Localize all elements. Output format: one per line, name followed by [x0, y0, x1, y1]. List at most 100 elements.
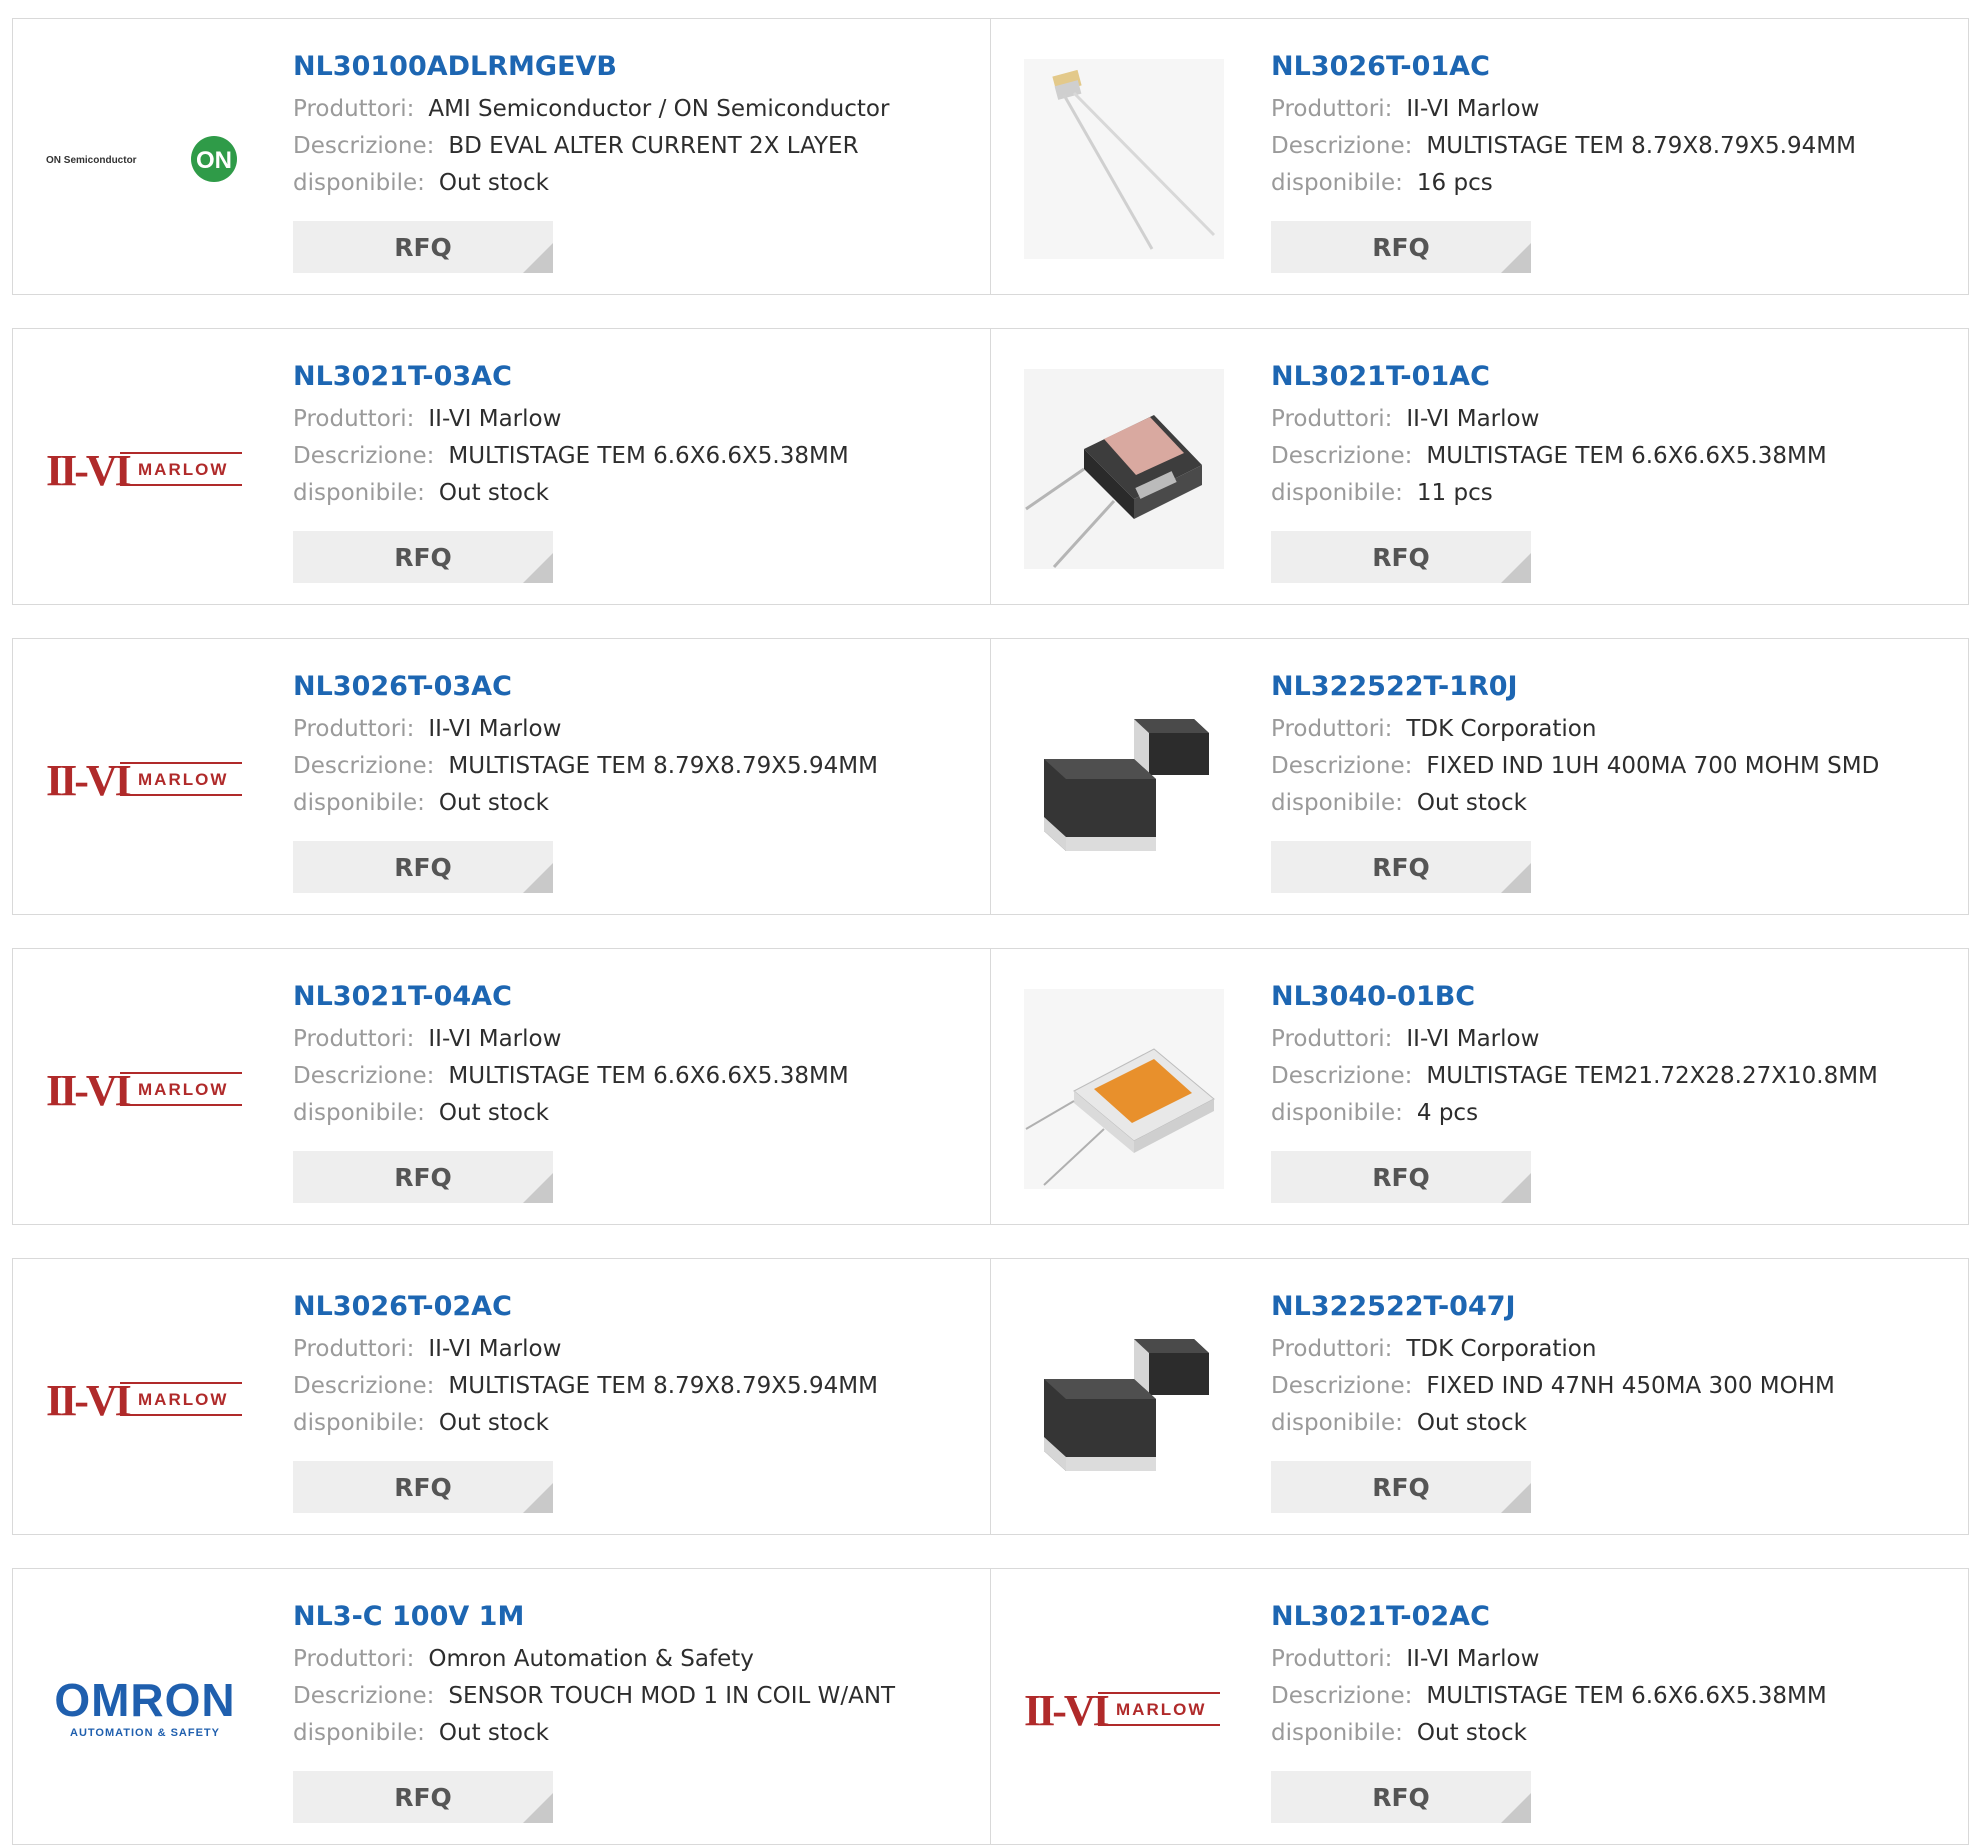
rfq-button[interactable]: RFQ: [293, 841, 553, 893]
iivi-marlow-logo[interactable]: II-VI MARLOW: [1021, 1609, 1226, 1809]
marlow-text: MARLOW: [138, 460, 228, 479]
part-number-link[interactable]: NL30100ADLRMGEVB: [293, 49, 970, 85]
rfq-button[interactable]: RFQ: [1271, 531, 1531, 583]
description-label: Descrizione:: [1271, 753, 1413, 779]
availability-value: 11 pcs: [1416, 480, 1493, 506]
part-number-link[interactable]: NL322522T-1R0J: [1271, 669, 1948, 705]
rfq-button[interactable]: RFQ: [1271, 1461, 1531, 1513]
part-number-link[interactable]: NL3026T-02AC: [293, 1289, 970, 1325]
smd-inductor-photo[interactable]: [1021, 679, 1226, 879]
availability-line: disponibile: Out stock: [1271, 1405, 1948, 1442]
availability-label: disponibile:: [1271, 1100, 1403, 1126]
product-info: NL30100ADLRMGEVB Produttori: AMI Semicondu…: [293, 49, 970, 202]
rfq-button[interactable]: RFQ: [293, 531, 553, 583]
description-value: SENSOR TOUCH MOD 1 IN COIL W/ANT: [448, 1683, 896, 1709]
rfq-button[interactable]: RFQ: [293, 1151, 553, 1203]
manufacturer-label: Produttori:: [293, 716, 415, 742]
product-card: OMRON AUTOMATION & SAFETY NL3-C 100V 1M Pro…: [13, 1569, 990, 1844]
description-label: Descrizione:: [1271, 1683, 1413, 1709]
iivi-marlow-logo[interactable]: II-VI MARLOW: [43, 989, 248, 1189]
part-number-link[interactable]: NL3021T-01AC: [1271, 359, 1948, 395]
product-row: II-VI MARLOW NL3026T-02AC Produttori: II-VI …: [12, 1258, 1969, 1535]
availability-value: Out stock: [438, 1100, 549, 1126]
manufacturer-label: Produttori:: [1271, 406, 1393, 432]
description-line: Descrizione: MULTISTAGE TEM 6.6X6.6X5.38M…: [1271, 1678, 1948, 1715]
rfq-button[interactable]: RFQ: [293, 1771, 553, 1823]
product-row: OMRON AUTOMATION & SAFETY NL3-C 100V 1M Pro…: [12, 1568, 1969, 1845]
rfq-button[interactable]: RFQ: [293, 1461, 553, 1513]
rfq-button[interactable]: RFQ: [1271, 1151, 1531, 1203]
availability-value: Out stock: [438, 790, 549, 816]
on-semi-text: ON Semiconductor: [46, 155, 137, 166]
rfq-button[interactable]: RFQ: [1271, 1771, 1531, 1823]
product-card: II-VI MARLOW NL3021T-03AC Produttori: II-VI …: [13, 329, 990, 604]
marlow-text: MARLOW: [138, 770, 228, 789]
part-number-link[interactable]: NL3021T-04AC: [293, 979, 970, 1015]
description-value: MULTISTAGE TEM 8.79X8.79X5.94MM: [1426, 133, 1856, 159]
product-info: NL3040-01BC Produttori: II-VI Marlow Descri…: [1271, 979, 1948, 1132]
manufacturer-label: Produttori:: [293, 1646, 415, 1672]
manufacturer-value: II-VI Marlow: [1406, 96, 1540, 122]
manufacturer-line: Produttori: II-VI Marlow: [1271, 91, 1948, 128]
corner-triangle-icon: [523, 243, 553, 273]
manufacturer-value: TDK Corporation: [1406, 1336, 1597, 1362]
manufacturer-label: Produttori:: [293, 406, 415, 432]
description-label: Descrizione:: [293, 1063, 435, 1089]
availability-line: disponibile: Out stock: [293, 475, 970, 512]
part-number-link[interactable]: NL3021T-02AC: [1271, 1599, 1948, 1635]
part-number-link[interactable]: NL3026T-01AC: [1271, 49, 1948, 85]
description-line: Descrizione: MULTISTAGE TEM 8.79X8.79X5.9…: [293, 1368, 970, 1405]
description-line: Descrizione: MULTISTAGE TEM 8.79X8.79X5.9…: [1271, 128, 1948, 165]
omron-logo[interactable]: OMRON AUTOMATION & SAFETY: [43, 1609, 248, 1809]
tem-orange-module-photo[interactable]: [1021, 989, 1226, 1189]
description-line: Descrizione: FIXED IND 1UH 400MA 700 MOHM…: [1271, 748, 1948, 785]
part-number-link[interactable]: NL3-C 100V 1M: [293, 1599, 970, 1635]
iivi-marlow-logo[interactable]: II-VI MARLOW: [43, 369, 248, 569]
iivi-marlow-logo[interactable]: II-VI MARLOW: [43, 1299, 248, 1499]
on-semiconductor-logo[interactable]: ON Semiconductor ON: [43, 59, 248, 259]
part-number-link[interactable]: NL3026T-03AC: [293, 669, 970, 705]
rfq-label: RFQ: [1372, 1472, 1430, 1502]
manufacturer-line: Produttori: II-VI Marlow: [293, 711, 970, 748]
rfq-label: RFQ: [394, 1472, 452, 1502]
part-number-link[interactable]: NL3040-01BC: [1271, 979, 1948, 1015]
description-value: MULTISTAGE TEM21.72X28.27X10.8MM: [1426, 1063, 1878, 1089]
availability-label: disponibile:: [293, 790, 425, 816]
rfq-button[interactable]: RFQ: [1271, 221, 1531, 273]
rfq-button[interactable]: RFQ: [293, 221, 553, 273]
product-card: II-VI MARLOW NL3026T-02AC Produttori: II-VI …: [13, 1259, 990, 1534]
product-info: NL3021T-02AC Produttori: II-VI Marlow Descr…: [1271, 1599, 1948, 1752]
corner-triangle-icon: [523, 1483, 553, 1513]
rfq-button[interactable]: RFQ: [1271, 841, 1531, 893]
product-card: NL3040-01BC Produttori: II-VI Marlow Descri…: [990, 949, 1968, 1224]
iivi-text: II-VI: [46, 756, 131, 805]
smd-inductor-photo[interactable]: [1021, 1299, 1226, 1499]
manufacturer-value: AMI Semiconductor / ON Semiconductor: [428, 96, 890, 122]
manufacturer-value: Omron Automation & Safety: [428, 1646, 754, 1672]
availability-line: disponibile: Out stock: [293, 165, 970, 202]
manufacturer-value: II-VI Marlow: [428, 1336, 562, 1362]
description-line: Descrizione: MULTISTAGE TEM 6.6X6.6X5.38M…: [293, 438, 970, 475]
product-card: NL3026T-01AC Produttori: II-VI Marlow Descr…: [990, 19, 1968, 294]
tem-module-wires-photo[interactable]: [1021, 59, 1226, 259]
part-number-link[interactable]: NL3021T-03AC: [293, 359, 970, 395]
rfq-label: RFQ: [1372, 232, 1430, 262]
product-info: NL3021T-01AC Produttori: II-VI Marlow Descr…: [1271, 359, 1948, 512]
on-badge-text: ON: [196, 147, 232, 174]
manufacturer-value: II-VI Marlow: [428, 1026, 562, 1052]
rfq-label: RFQ: [394, 1782, 452, 1812]
part-number-link[interactable]: NL322522T-047J: [1271, 1289, 1948, 1325]
manufacturer-line: Produttori: II-VI Marlow: [1271, 1641, 1948, 1678]
tem-cube-photo[interactable]: [1021, 369, 1226, 569]
availability-label: disponibile:: [293, 1720, 425, 1746]
marlow-text: MARLOW: [138, 1390, 228, 1409]
corner-triangle-icon: [523, 863, 553, 893]
description-value: MULTISTAGE TEM 6.6X6.6X5.38MM: [448, 1063, 849, 1089]
product-info: NL3-C 100V 1M Produttori: Omron Automation…: [293, 1599, 970, 1752]
description-value: MULTISTAGE TEM 6.6X6.6X5.38MM: [1426, 1683, 1827, 1709]
iivi-marlow-logo[interactable]: II-VI MARLOW: [43, 679, 248, 879]
description-line: Descrizione: MULTISTAGE TEM 6.6X6.6X5.38M…: [293, 1058, 970, 1095]
iivi-text: II-VI: [46, 446, 131, 495]
manufacturer-value: II-VI Marlow: [428, 716, 562, 742]
description-line: Descrizione: BD EVAL ALTER CURRENT 2X LAY…: [293, 128, 970, 165]
